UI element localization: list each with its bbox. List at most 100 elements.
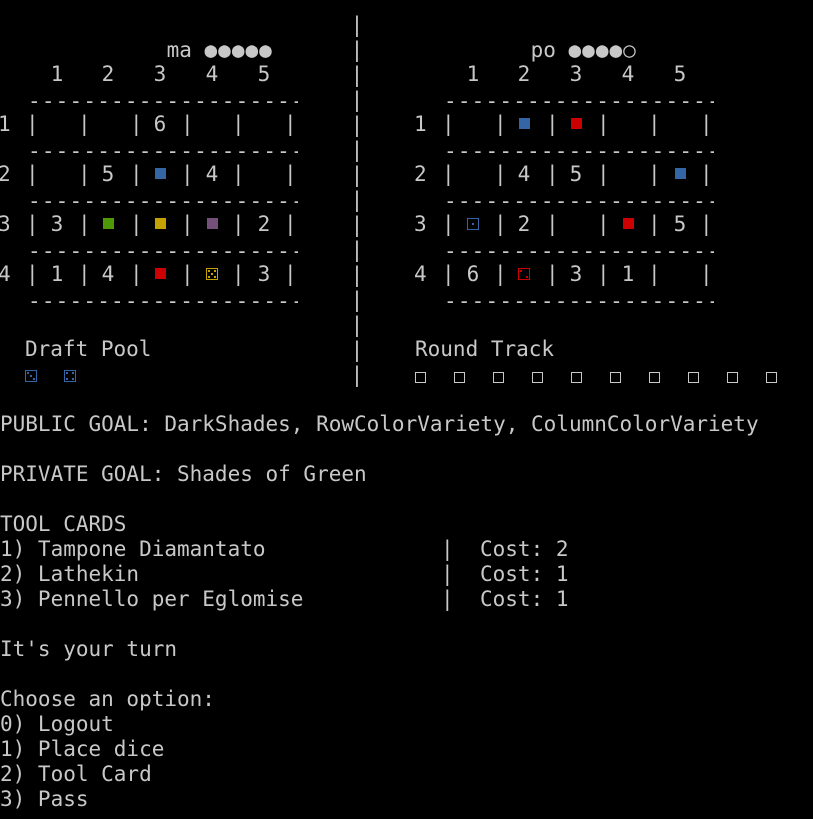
cell-border: | bbox=[648, 262, 661, 286]
cell-border: | bbox=[232, 262, 245, 286]
board-cell[interactable]: 3 bbox=[244, 262, 284, 287]
cell-border: | bbox=[700, 112, 713, 136]
board-cell[interactable] bbox=[504, 112, 544, 137]
board-cell[interactable] bbox=[453, 112, 493, 137]
empty-slot-icon bbox=[532, 371, 543, 383]
round-track-label: Round Track bbox=[415, 337, 555, 361]
yellow-die-icon bbox=[206, 267, 218, 280]
board-cell[interactable] bbox=[608, 112, 648, 137]
board-cell[interactable] bbox=[244, 162, 284, 187]
board-cell[interactable]: 6 bbox=[453, 262, 493, 287]
cell-border: | bbox=[232, 112, 245, 136]
divider-segment: | bbox=[350, 313, 364, 337]
board-cell[interactable]: 5 bbox=[556, 162, 596, 187]
grid-divider: --------------------- bbox=[444, 145, 714, 159]
board-cell[interactable]: 1 bbox=[37, 262, 77, 287]
empty-slot-icon bbox=[415, 371, 426, 383]
round-slot bbox=[571, 364, 582, 389]
board-cell[interactable] bbox=[608, 212, 648, 237]
grid-divider: --------------------- bbox=[444, 295, 714, 309]
divider-segment: | bbox=[350, 113, 364, 137]
board-cell[interactable] bbox=[37, 112, 77, 137]
board-cell[interactable] bbox=[453, 212, 493, 237]
column-header: 1 bbox=[50, 62, 64, 86]
board-cell[interactable]: 1 bbox=[608, 262, 648, 287]
blue-square-icon bbox=[518, 118, 530, 129]
blue-square-icon bbox=[154, 168, 166, 179]
board-cell[interactable]: 3 bbox=[556, 262, 596, 287]
empty-slot-icon bbox=[727, 371, 738, 383]
board-cell[interactable]: 3 bbox=[37, 212, 77, 237]
column-headers: 1 2 3 4 5 bbox=[0, 62, 300, 87]
divider-segment: | bbox=[350, 188, 364, 212]
tool-card-cost: Cost: 1 bbox=[480, 562, 569, 586]
cell-border: | bbox=[284, 212, 297, 236]
empty-slot-icon bbox=[493, 371, 504, 383]
draft-die[interactable] bbox=[64, 364, 76, 389]
round-slot bbox=[454, 364, 465, 389]
player-name: ma ●●●●● bbox=[166, 38, 273, 62]
row-label: 1 bbox=[0, 112, 11, 136]
board-cell[interactable] bbox=[660, 262, 700, 287]
tool-card-name[interactable]: 1) Tampone Diamantato bbox=[0, 537, 266, 562]
board-cell[interactable] bbox=[140, 262, 180, 287]
board-cell[interactable]: 6 bbox=[140, 112, 180, 137]
divider-segment: | bbox=[350, 288, 364, 312]
red-square-icon bbox=[154, 268, 166, 279]
cell-border: | bbox=[700, 162, 713, 186]
board-cell[interactable] bbox=[556, 212, 596, 237]
row-label: 1 bbox=[414, 112, 427, 136]
cell-border: | bbox=[284, 162, 297, 186]
divider-segment: | bbox=[350, 238, 364, 262]
grid-divider: --------------------- bbox=[28, 295, 298, 309]
purple-square-icon bbox=[206, 218, 218, 229]
board-cell[interactable]: 4 bbox=[192, 162, 232, 187]
board-cell[interactable] bbox=[88, 212, 128, 237]
menu-option[interactable]: 2) Tool Card bbox=[0, 762, 152, 787]
tool-cards-header: TOOL CARDS bbox=[0, 512, 127, 536]
round-slot bbox=[532, 364, 543, 389]
empty-slot-icon bbox=[688, 371, 699, 383]
cell-border: | bbox=[700, 212, 713, 236]
cell-border: | bbox=[232, 162, 245, 186]
tool-card-separator: | bbox=[441, 562, 454, 586]
board-cell[interactable] bbox=[37, 162, 77, 187]
menu-option[interactable]: 0) Logout bbox=[0, 712, 114, 737]
board-cell[interactable] bbox=[192, 112, 232, 137]
cell-border: | bbox=[700, 262, 713, 286]
board-cell[interactable] bbox=[88, 112, 128, 137]
divider-segment: | bbox=[350, 38, 364, 62]
red-square-icon bbox=[622, 218, 634, 229]
red-square-icon bbox=[570, 118, 582, 129]
divider-segment: | bbox=[350, 338, 364, 362]
board-cell[interactable]: 2 bbox=[504, 212, 544, 237]
board-cell[interactable]: 4 bbox=[88, 262, 128, 287]
board-cell[interactable] bbox=[608, 162, 648, 187]
board-cell[interactable] bbox=[140, 162, 180, 187]
board-cell[interactable] bbox=[140, 212, 180, 237]
board-cell[interactable] bbox=[244, 112, 284, 137]
column-header: 5 bbox=[673, 62, 687, 86]
divider-segment: | bbox=[350, 263, 364, 287]
board-cell[interactable] bbox=[453, 162, 493, 187]
row-label: 4 bbox=[414, 262, 427, 286]
board-cell[interactable] bbox=[192, 212, 232, 237]
column-header: 2 bbox=[101, 62, 115, 86]
menu-option[interactable]: 1) Place dice bbox=[0, 737, 164, 762]
round-slot bbox=[649, 364, 660, 389]
column-header: 2 bbox=[517, 62, 531, 86]
tool-card-name[interactable]: 3) Pennello per Eglomise bbox=[0, 587, 303, 612]
tool-card-name[interactable]: 2) Lathekin bbox=[0, 562, 139, 587]
board-cell[interactable]: 5 bbox=[88, 162, 128, 187]
board-cell[interactable] bbox=[504, 262, 544, 287]
draft-die[interactable] bbox=[25, 364, 37, 389]
board-cell[interactable] bbox=[660, 112, 700, 137]
board-cell[interactable]: 2 bbox=[244, 212, 284, 237]
board-cell[interactable] bbox=[556, 112, 596, 137]
board-cell[interactable] bbox=[192, 262, 232, 287]
divider-segment: | bbox=[350, 138, 364, 162]
board-cell[interactable]: 5 bbox=[660, 212, 700, 237]
board-cell[interactable]: 4 bbox=[504, 162, 544, 187]
menu-option[interactable]: 3) Pass bbox=[0, 787, 89, 812]
board-cell[interactable] bbox=[660, 162, 700, 187]
